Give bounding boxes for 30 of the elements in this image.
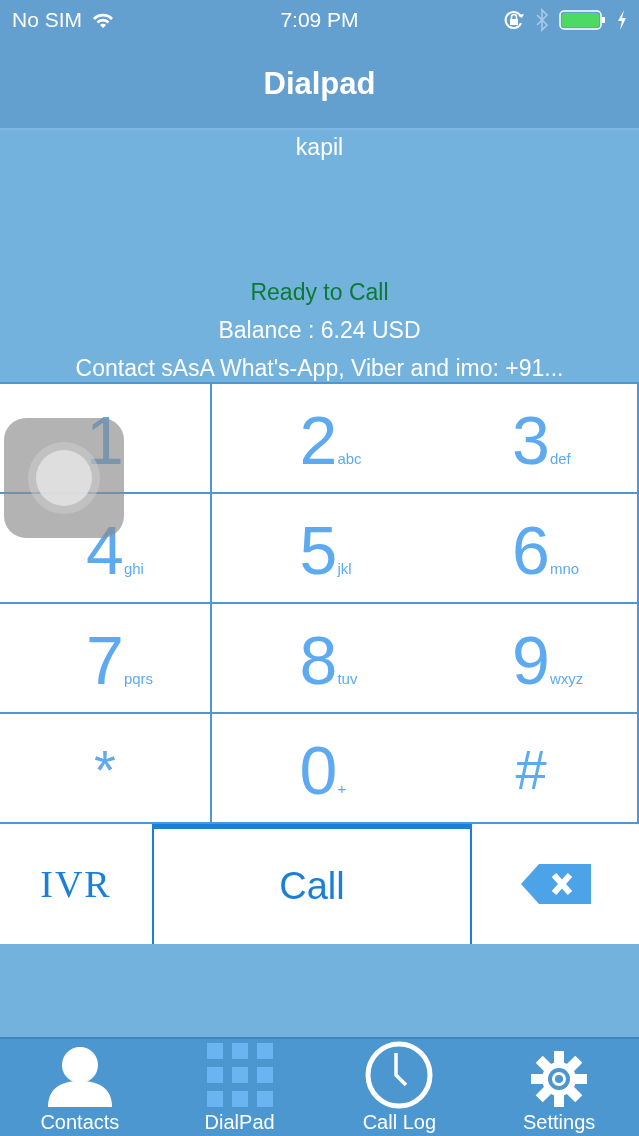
tab-item[interactable]: Settings — [479, 1039, 639, 1136]
call-status: Ready to Call — [250, 279, 389, 306]
carrier-name: No SIM — [12, 8, 82, 32]
tab-item[interactable]: Call Log — [319, 1039, 480, 1136]
settings-icon — [529, 1049, 590, 1109]
screen-title: Dialpad — [263, 66, 376, 102]
keypad-icon — [206, 1043, 273, 1109]
battery-icon — [559, 9, 607, 31]
dial-key[interactable]: 9wxyz — [425, 604, 639, 714]
dial-key[interactable]: 2 abc — [212, 384, 425, 494]
dial-key[interactable]: 5jkl — [212, 494, 425, 604]
rotation-lock-icon — [503, 9, 525, 31]
balance-text: Balance : 6.24 USD — [218, 317, 421, 344]
tab-item[interactable]: DialPad — [159, 1039, 320, 1136]
dial-key[interactable]: 3def — [425, 384, 639, 494]
contact-name: kapil — [295, 134, 344, 161]
ivr-button[interactable]: IVR — [0, 824, 152, 944]
wifi-icon — [92, 12, 114, 28]
person-icon — [45, 1045, 114, 1109]
backspace-icon — [520, 864, 591, 904]
dial-key[interactable]: 7 pqrs — [0, 604, 212, 714]
clock-time: 7:09 PM — [280, 8, 359, 31]
dial-key[interactable]: 6 mno — [425, 494, 639, 604]
charging-icon — [617, 10, 627, 30]
dial-key[interactable]: 8tuv — [212, 604, 425, 714]
bluetooth-icon — [535, 8, 549, 32]
contact-info-text: Contact sAsA What's-App, Viber and imo: +91... — [75, 355, 564, 382]
dial-key[interactable]: 0+ — [212, 714, 425, 824]
clock-icon — [364, 1041, 435, 1109]
tab-item[interactable]: Contacts — [0, 1039, 160, 1136]
